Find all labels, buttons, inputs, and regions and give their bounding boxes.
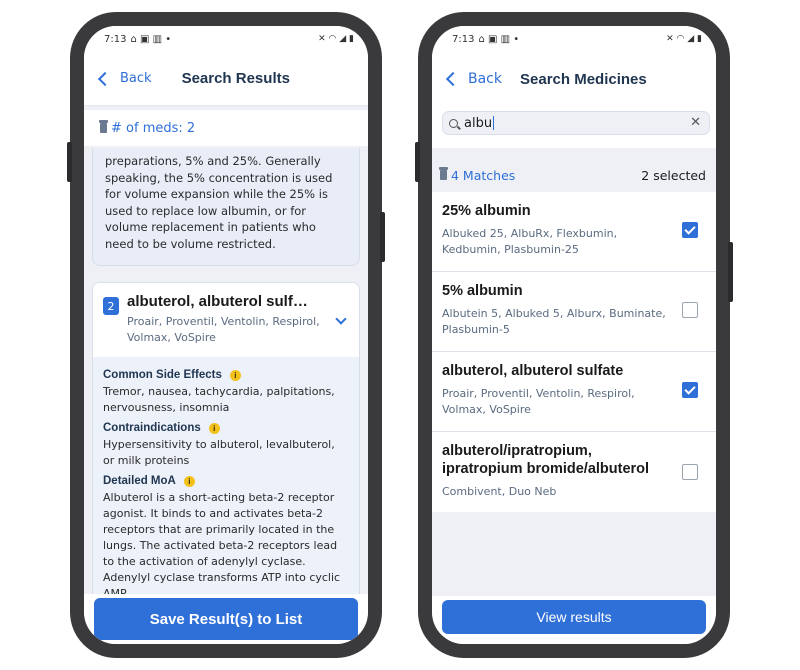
result-brands: Albuked 25, AlbuRx, Flexbumin, Kedbumin,… — [442, 227, 618, 256]
bottle-icon — [99, 120, 108, 133]
clear-icon[interactable]: ✕ — [690, 115, 701, 130]
info-icon[interactable]: i — [229, 369, 241, 381]
section-title-contraindications: Contraindications i — [103, 422, 349, 434]
med-title: albuterol, albuterol sulf… — [127, 293, 308, 310]
nav-bar: Back Search Results — [84, 52, 368, 106]
chevron-down-icon[interactable] — [335, 313, 347, 325]
status-bar: 7:13 ⌂ ▣ ▥ • ✕ ◠ ◢ ▮ — [84, 26, 368, 52]
list-item-albuterol[interactable]: albuterol, albuterol sulfate Proair, Pro… — [432, 352, 716, 432]
selected-count: 2 selected — [641, 167, 706, 183]
back-label: Back — [120, 71, 152, 86]
back-label: Back — [468, 71, 502, 87]
phone-right: 7:13 ⌂ ▣ ▥ • ✕ ◠ ◢ ▮ Back Search Medicin… — [415, 12, 733, 658]
med-brands: Proair, Proventil, Ventolin, Respirol, V… — [127, 315, 320, 344]
checkbox-icon-unchecked[interactable] — [682, 302, 698, 318]
status-system-icons: ✕ ◠ ◢ ▮ — [666, 34, 702, 44]
status-time: 7:13 — [452, 33, 475, 45]
screen-search-results: 7:13 ⌂ ▣ ▥ • ✕ ◠ ◢ ▮ Back Search Results… — [84, 26, 368, 644]
section-text-contraindications: Hypersensitivity to albuterol, levalbute… — [103, 438, 335, 467]
result-title: albuterol/ipratropium, ipratropium bromi… — [442, 443, 650, 477]
power-button — [380, 212, 385, 262]
save-results-button[interactable]: Save Result(s) to List — [94, 598, 358, 640]
save-bar: Save Result(s) to List — [84, 594, 368, 644]
volume-button — [67, 142, 72, 182]
back-chevron-icon — [97, 71, 113, 86]
albumin-description-card: preparations, 5% and 25%. Generally spea… — [92, 148, 360, 266]
page-title: Search Results — [181, 70, 290, 87]
status-system-icons: ✕ ◠ ◢ ▮ — [318, 34, 354, 44]
status-notification-icons: ⌂ ▣ ▥ • — [478, 33, 520, 45]
status-time: 7:13 — [104, 33, 127, 45]
section-text-moa: Albuterol is a short-acting beta-2 recep… — [103, 491, 341, 596]
med-number-badge: 2 — [103, 297, 119, 315]
volume-button — [415, 142, 420, 182]
screen-search-medicines: 7:13 ⌂ ▣ ▥ • ✕ ◠ ◢ ▮ Back Search Medicin… — [432, 26, 716, 644]
text-cursor — [493, 116, 495, 130]
back-chevron-icon — [445, 71, 461, 87]
status-notification-icons: ⌂ ▣ ▥ • — [130, 33, 172, 45]
result-brands: Proair, Proventil, Ventolin, Respirol, V… — [442, 387, 635, 416]
list-item-25-albumin[interactable]: 25% albumin Albuked 25, AlbuRx, Flexbumi… — [432, 192, 716, 272]
med-card: 2 albuterol, albuterol sulf… Proair, Pro… — [92, 282, 360, 596]
result-brands: Combivent, Duo Neb — [442, 485, 557, 498]
result-title: 5% albumin — [442, 283, 523, 299]
view-results-button[interactable]: View results — [442, 600, 706, 634]
section-title-moa: Detailed MoA i — [103, 475, 349, 487]
meds-count: # of meds: 2 — [111, 120, 196, 136]
list-item-albuterol-ipratropium[interactable]: albuterol/ipratropium, ipratropium bromi… — [432, 432, 716, 512]
result-title: albuterol, albuterol sulfate — [442, 363, 624, 379]
result-brands: Albutein 5, Albuked 5, Alburx, Buminate,… — [442, 307, 666, 336]
meds-count-bar: # of meds: 2 — [84, 110, 368, 146]
checkbox-icon-checked[interactable] — [682, 222, 698, 238]
info-icon[interactable]: i — [183, 475, 195, 487]
search-value: albu — [464, 115, 493, 131]
info-icon[interactable]: i — [208, 422, 220, 434]
matches-bar: 4 Matches 2 selected — [432, 160, 716, 190]
search-input[interactable]: albu ✕ — [442, 111, 710, 135]
back-button[interactable]: Back — [445, 71, 502, 87]
nav-bar: Back Search Medicines — [432, 52, 716, 106]
section-text-side-effects: Tremor, nausea, tachycardia, palpitation… — [103, 385, 335, 414]
power-button — [728, 242, 733, 302]
phone-left: 7:13 ⌂ ▣ ▥ • ✕ ◠ ◢ ▮ Back Search Results… — [67, 12, 385, 658]
section-title-side-effects: Common Side Effects i — [103, 369, 349, 381]
search-bar: albu ✕ — [432, 106, 716, 148]
description-text: preparations, 5% and 25%. Generally spea… — [105, 154, 333, 251]
results-list: 25% albumin Albuked 25, AlbuRx, Flexbumi… — [432, 192, 716, 512]
checkbox-icon-unchecked[interactable] — [682, 464, 698, 480]
list-item-5-albumin[interactable]: 5% albumin Albutein 5, Albuked 5, Alburx… — [432, 272, 716, 352]
checkbox-icon-checked[interactable] — [682, 382, 698, 398]
result-title: 25% albumin — [442, 203, 531, 219]
med-details: Common Side Effects i Tremor, nausea, ta… — [93, 357, 359, 596]
med-card-header[interactable]: 2 albuterol, albuterol sulf… Proair, Pro… — [93, 283, 359, 357]
view-results-bar: View results — [432, 596, 716, 644]
results-scroll-area[interactable]: preparations, 5% and 25%. Generally spea… — [84, 148, 368, 596]
matches-count: 4 Matches — [451, 167, 516, 183]
back-button[interactable]: Back — [97, 71, 152, 86]
bottle-icon — [439, 167, 448, 180]
page-title: Search Medicines — [520, 70, 647, 88]
search-icon — [449, 118, 458, 128]
status-bar: 7:13 ⌂ ▣ ▥ • ✕ ◠ ◢ ▮ — [432, 26, 716, 52]
